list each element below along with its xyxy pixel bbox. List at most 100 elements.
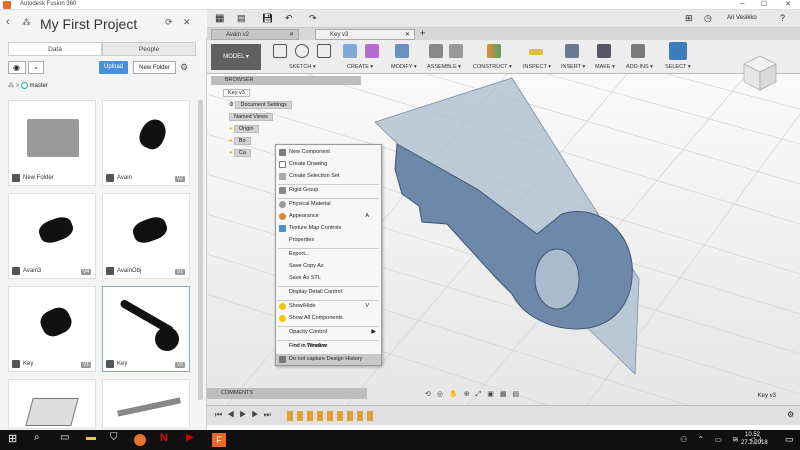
file-menu-icon[interactable]: ▤ <box>237 13 246 24</box>
fit-icon[interactable]: ⤢ <box>476 391 488 398</box>
browser-row-bodies[interactable]: ● Bo <box>229 136 251 146</box>
menu-item-rigid-group[interactable]: Rigid Group <box>276 185 381 197</box>
menu-item-display-detail-control[interactable]: Display Detail Control <box>276 287 381 299</box>
close-panel-icon[interactable]: ✕ <box>183 17 191 28</box>
refresh-icon[interactable]: ⟳ <box>165 17 173 28</box>
new-tab-icon[interactable]: + <box>420 28 425 38</box>
file-card[interactable] <box>102 379 190 429</box>
notifications-icon[interactable]: ◷ <box>704 13 712 24</box>
undo-icon[interactable]: ↶ <box>285 13 293 24</box>
select-icon[interactable] <box>669 42 687 60</box>
file-card[interactable] <box>8 379 96 429</box>
extrude-icon[interactable] <box>343 44 357 58</box>
store-icon[interactable]: ⛉ <box>110 432 126 448</box>
maximize-button[interactable]: ☐ <box>756 0 772 10</box>
sketch-icon[interactable] <box>273 44 287 58</box>
file-card[interactable]: Key V1 <box>8 286 96 372</box>
inspect-menu[interactable]: INSPECT ▾ <box>523 64 551 70</box>
file-card[interactable]: Key V3 <box>102 286 190 372</box>
timeline-controls[interactable]: ⏮◀▶▶⏭ <box>215 410 276 420</box>
help-icon[interactable]: ? <box>780 13 785 23</box>
scrollbar[interactable] <box>198 100 203 400</box>
browser-row-canvases[interactable]: ● Ca <box>229 148 251 158</box>
display-settings-icon[interactable]: ▣ <box>487 391 500 398</box>
upload-button[interactable]: Upload <box>99 61 128 74</box>
grid-settings-icon[interactable]: ▦ <box>500 391 513 398</box>
file-card[interactable]: Avain V2 <box>102 100 190 186</box>
joint-icon[interactable] <box>449 44 463 58</box>
menu-item-properties[interactable]: Properties <box>276 235 381 247</box>
jobs-icon[interactable]: ⊞ <box>685 13 693 24</box>
make-menu[interactable]: MAKE ▾ <box>595 64 615 70</box>
form-icon[interactable] <box>365 44 379 58</box>
save-icon[interactable]: 💾︎ <box>262 13 273 24</box>
workspace-switcher[interactable]: MODEL ▾ <box>211 44 261 70</box>
orbit-icon[interactable]: ⟲ <box>425 391 437 398</box>
user-menu[interactable]: Ari Vesikko <box>727 15 757 21</box>
minimize-button[interactable]: ─ <box>734 0 750 10</box>
zoom-icon[interactable]: ⊕ <box>464 391 476 398</box>
arc-icon[interactable] <box>295 44 309 58</box>
view-cube[interactable] <box>738 50 782 94</box>
viewports-icon[interactable]: ▤ <box>512 391 525 398</box>
sketch-menu[interactable]: SKETCH ▾ <box>289 64 316 70</box>
file-card[interactable]: New Folder <box>8 100 96 186</box>
close-button[interactable]: ✕ <box>780 0 796 10</box>
search-icon[interactable]: ⌕ <box>34 432 50 448</box>
browser-row-origin[interactable]: ● Origin <box>229 124 259 134</box>
menu-item-find-in-timeline[interactable]: Find in Timeline <box>276 341 381 352</box>
clock-time[interactable]: 10.52 <box>745 432 760 438</box>
menu-item-texture-map-controls[interactable]: Texture Map Controls <box>276 223 381 235</box>
grid-menu-icon[interactable]: ▦ <box>215 13 227 25</box>
new-component-icon[interactable] <box>429 44 443 58</box>
press-pull-icon[interactable] <box>395 44 409 58</box>
menu-item-show-all-components[interactable]: Show All Components <box>276 313 381 325</box>
browser-header[interactable]: BROWSER <box>211 76 361 85</box>
tab-people[interactable]: People <box>102 42 196 56</box>
measure-icon[interactable] <box>529 49 543 55</box>
timeline-features[interactable] <box>287 411 377 421</box>
timeline-settings-icon[interactable]: ⚙ <box>787 410 794 419</box>
task-view-icon[interactable]: ▭ <box>60 432 76 448</box>
menu-item-save-copy-as[interactable]: Save Copy As <box>276 261 381 273</box>
media-app-icon[interactable]: ▶ <box>186 432 202 448</box>
select-menu[interactable]: SELECT ▾ <box>665 64 691 70</box>
file-card[interactable]: AvainObj V2 <box>102 193 190 279</box>
tab-data[interactable]: Data <box>8 42 102 56</box>
menu-item-appearance[interactable]: Appearance A <box>276 211 381 223</box>
redo-icon[interactable]: ↷ <box>309 13 317 24</box>
breadcrumb-branch[interactable]: master <box>30 83 48 89</box>
pan-icon[interactable]: ✋ <box>449 391 464 398</box>
netflix-icon[interactable]: N <box>160 432 176 448</box>
browser-row-named-views[interactable]: Named Views <box>229 112 273 122</box>
scripts-icon[interactable] <box>631 44 645 58</box>
new-folder-button[interactable]: New Folder <box>133 61 176 74</box>
hub-icon[interactable]: ⁂ > <box>8 83 21 89</box>
rectangle-icon[interactable] <box>317 44 331 58</box>
windows-start-icon[interactable]: ⊞ <box>8 432 24 448</box>
menu-item-new-component[interactable]: New Component <box>276 147 381 159</box>
action-center-icon[interactable]: ▭ <box>785 434 794 445</box>
view-dropdown-chevron-icon[interactable]: ⌄ <box>28 61 44 74</box>
assemble-menu[interactable]: ASSEMBLE ▾ <box>427 64 461 70</box>
menu-item-save-as-stl[interactable]: Save As STL <box>276 273 381 285</box>
plane-icon[interactable] <box>487 44 501 58</box>
navigation-bar[interactable]: ⟲◎✋⊕⤢▣▦▤ <box>425 390 575 400</box>
menu-item-physical-material[interactable]: Physical Material <box>276 199 381 211</box>
tab-key[interactable]: Key v3 ✕ <box>315 29 415 40</box>
firefox-icon[interactable] <box>134 434 146 446</box>
modify-menu[interactable]: MODIFY ▾ <box>391 64 417 70</box>
menu-item-show-hide[interactable]: Show/Hide V <box>276 301 381 313</box>
file-explorer-icon[interactable]: ▬ <box>86 432 102 448</box>
view-toggle-button[interactable]: ◉ <box>8 61 26 74</box>
close-tab-icon[interactable]: ✕ <box>405 30 410 40</box>
add-ins-menu[interactable]: ADD-INS ▾ <box>626 64 653 70</box>
close-tab-icon[interactable]: ✕ <box>289 30 294 40</box>
menu-item-create-selection-set[interactable]: Create Selection Set <box>276 171 381 183</box>
look-at-icon[interactable]: ◎ <box>437 391 449 398</box>
comments-panel-header[interactable]: COMMENTS <box>207 388 367 399</box>
settings-gear-icon[interactable]: ⚙ <box>180 62 188 73</box>
tab-avain[interactable]: Avain v2 ✕ <box>211 29 299 40</box>
fusion360-taskbar-icon[interactable]: F <box>212 433 226 447</box>
browser-root[interactable]: Key v3 <box>223 88 250 98</box>
